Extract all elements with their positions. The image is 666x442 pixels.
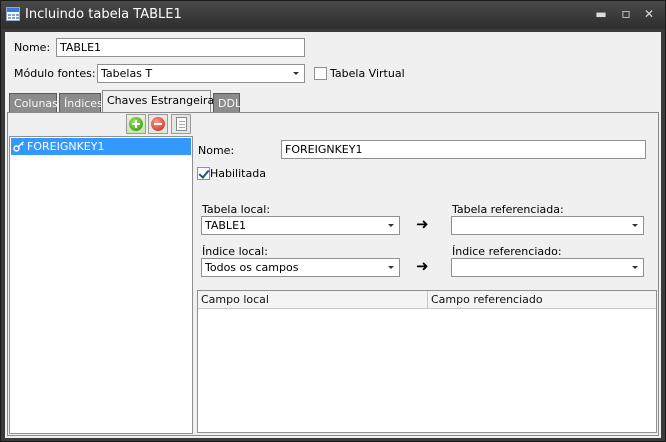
grid-column-header[interactable]: Campo local: [198, 291, 428, 309]
chevron-down-icon: [388, 224, 394, 227]
fk-nome-input[interactable]: FOREIGNKEY1: [281, 140, 646, 159]
key-icon: [13, 141, 24, 152]
table-icon: [6, 7, 20, 21]
chevron-down-icon: [632, 266, 638, 269]
title-bar[interactable]: Incluindo tabela TABLE1 ▬ ▫ ✕: [1, 1, 665, 29]
foreign-key-name: FOREIGNKEY1: [27, 140, 105, 153]
add-icon: [129, 117, 143, 131]
close-button[interactable]: ✕: [641, 7, 657, 21]
tabela-referenciada-select[interactable]: [451, 216, 644, 235]
tabela-local-value: TABLE1: [205, 219, 247, 232]
tabela-virtual-label: Tabela Virtual: [330, 67, 405, 80]
dialog-body: Nome: TABLE1 Módulo fontes: Tabelas T Ta…: [5, 32, 661, 438]
modulo-fontes-value: Tabelas T: [101, 67, 153, 80]
window-title: Incluindo tabela TABLE1: [25, 7, 182, 22]
indice-local-select[interactable]: Todos os campos: [201, 258, 400, 277]
minimize-button[interactable]: ▬: [593, 7, 609, 21]
list-item[interactable]: FOREIGNKEY1: [11, 138, 191, 155]
indice-local-value: Todos os campos: [205, 261, 299, 274]
tab-ddl[interactable]: DDL: [213, 93, 241, 113]
fk-nome-label: Nome:: [198, 144, 235, 157]
tabela-referenciada-label: Tabela referenciada:: [452, 203, 564, 216]
remove-icon: [151, 117, 165, 131]
indice-local-label: Índice local:: [202, 245, 268, 258]
nome-label: Nome:: [14, 41, 51, 54]
habilitada-label: Habilitada: [210, 167, 266, 180]
nome-input[interactable]: TABLE1: [56, 38, 305, 57]
chevron-down-icon: [388, 266, 394, 269]
chevron-down-icon: [632, 224, 638, 227]
arrow-right-icon: ➜: [416, 257, 429, 275]
indice-referenciado-label: Índice referenciado:: [452, 245, 562, 258]
grid-column-header[interactable]: Campo referenciado: [428, 291, 656, 309]
maximize-button[interactable]: ▫: [618, 7, 634, 21]
modulo-fontes-select[interactable]: Tabelas T: [97, 64, 305, 83]
field-mapping-grid[interactable]: Campo local Campo referenciado: [197, 290, 657, 433]
tabela-local-select[interactable]: TABLE1: [201, 216, 400, 235]
tab-chaves-estrangeiras[interactable]: Chaves Estrangeiras: [102, 90, 220, 113]
arrow-right-icon: ➜: [416, 215, 429, 233]
chevron-down-icon: [293, 72, 299, 75]
remove-foreign-key-button[interactable]: [148, 114, 168, 134]
foreign-key-list[interactable]: FOREIGNKEY1: [9, 136, 193, 434]
habilitada-checkbox[interactable]: [197, 167, 210, 180]
indice-referenciado-select[interactable]: [451, 258, 644, 277]
copy-foreign-key-button[interactable]: [171, 114, 191, 134]
add-foreign-key-button[interactable]: [126, 114, 146, 134]
tabela-virtual-checkbox[interactable]: [314, 67, 327, 80]
tab-colunas[interactable]: Colunas: [9, 93, 58, 113]
modulo-fontes-label: Módulo fontes:: [14, 67, 96, 80]
tab-indices[interactable]: Índices: [59, 93, 103, 113]
copy-icon: [176, 117, 187, 131]
dialog-window: Incluindo tabela TABLE1 ▬ ▫ ✕ Nome: TABL…: [0, 0, 666, 442]
tabela-local-label: Tabela local:: [202, 203, 271, 216]
